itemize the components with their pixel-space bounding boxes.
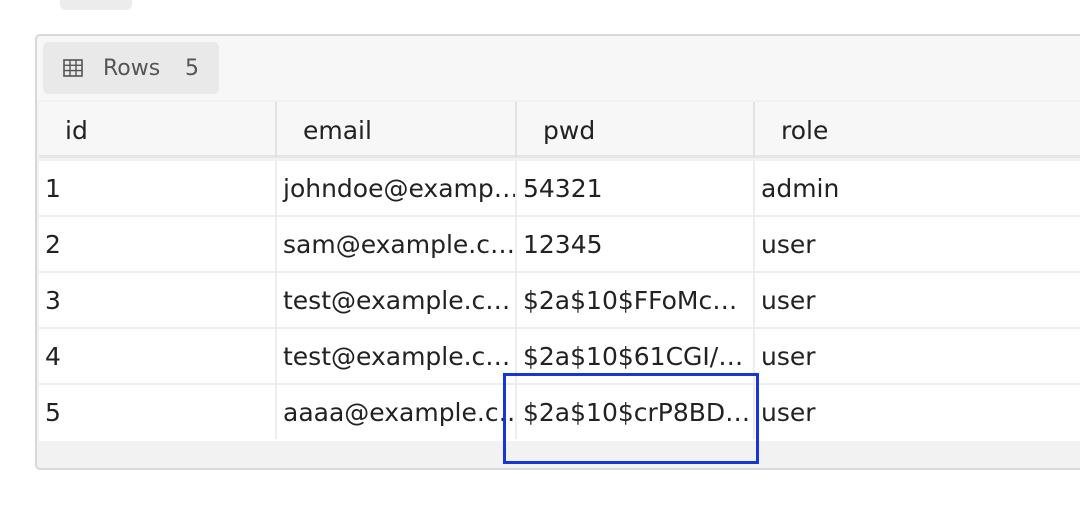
column-header-role[interactable]: role bbox=[753, 102, 1080, 158]
cell-email[interactable]: sam@example.c… bbox=[275, 217, 515, 271]
cell-id[interactable]: 3 bbox=[39, 273, 275, 327]
cell-role[interactable]: user bbox=[753, 217, 1080, 271]
cell-role[interactable]: user bbox=[753, 385, 1080, 439]
column-header-pwd[interactable]: pwd bbox=[515, 102, 753, 158]
column-header-email[interactable]: email bbox=[275, 102, 515, 158]
cell-email[interactable]: johndoe@examp… bbox=[275, 161, 515, 215]
table-row[interactable]: 2 sam@example.c… 12345 user bbox=[39, 217, 1080, 273]
cell-id[interactable]: 4 bbox=[39, 329, 275, 383]
cell-pwd[interactable]: 54321 bbox=[515, 161, 753, 215]
cell-role[interactable]: user bbox=[753, 273, 1080, 327]
tab-rows-label: Rows bbox=[103, 56, 161, 81]
table-grid-icon bbox=[63, 59, 83, 77]
cell-role[interactable]: user bbox=[753, 329, 1080, 383]
results-tab-bar: Rows 5 bbox=[37, 36, 1080, 100]
cell-role[interactable]: admin bbox=[753, 161, 1080, 215]
tab-rows[interactable]: Rows 5 bbox=[43, 42, 219, 94]
table-header-row: id email pwd role bbox=[39, 102, 1080, 158]
cell-pwd[interactable]: 12345 bbox=[515, 217, 753, 271]
top-toolbar-button[interactable] bbox=[60, 0, 132, 10]
tab-rows-count: 5 bbox=[185, 56, 199, 81]
cell-email[interactable]: test@example.c… bbox=[275, 329, 515, 383]
cell-pwd[interactable]: $2a$10$FFoMc… bbox=[515, 273, 753, 327]
cell-pwd[interactable]: $2a$10$61CGI/… bbox=[515, 329, 753, 383]
column-header-id[interactable]: id bbox=[39, 102, 275, 158]
cell-email[interactable]: test@example.c… bbox=[275, 273, 515, 327]
results-panel: Rows 5 id email pwd role 1 johndoe@examp… bbox=[35, 34, 1080, 470]
table-row[interactable]: 1 johndoe@examp… 54321 admin bbox=[39, 161, 1080, 217]
table-row[interactable]: 3 test@example.c… $2a$10$FFoMc… user bbox=[39, 273, 1080, 329]
table-row[interactable]: 5 aaaa@example.c… $2a$10$crP8BD… user bbox=[39, 385, 1080, 441]
cell-email[interactable]: aaaa@example.c… bbox=[275, 385, 515, 439]
cell-id[interactable]: 1 bbox=[39, 161, 275, 215]
cell-id[interactable]: 2 bbox=[39, 217, 275, 271]
cell-pwd[interactable]: $2a$10$crP8BD… bbox=[515, 385, 753, 439]
table-row[interactable]: 4 test@example.c… $2a$10$61CGI/… user bbox=[39, 329, 1080, 385]
cell-id[interactable]: 5 bbox=[39, 385, 275, 439]
